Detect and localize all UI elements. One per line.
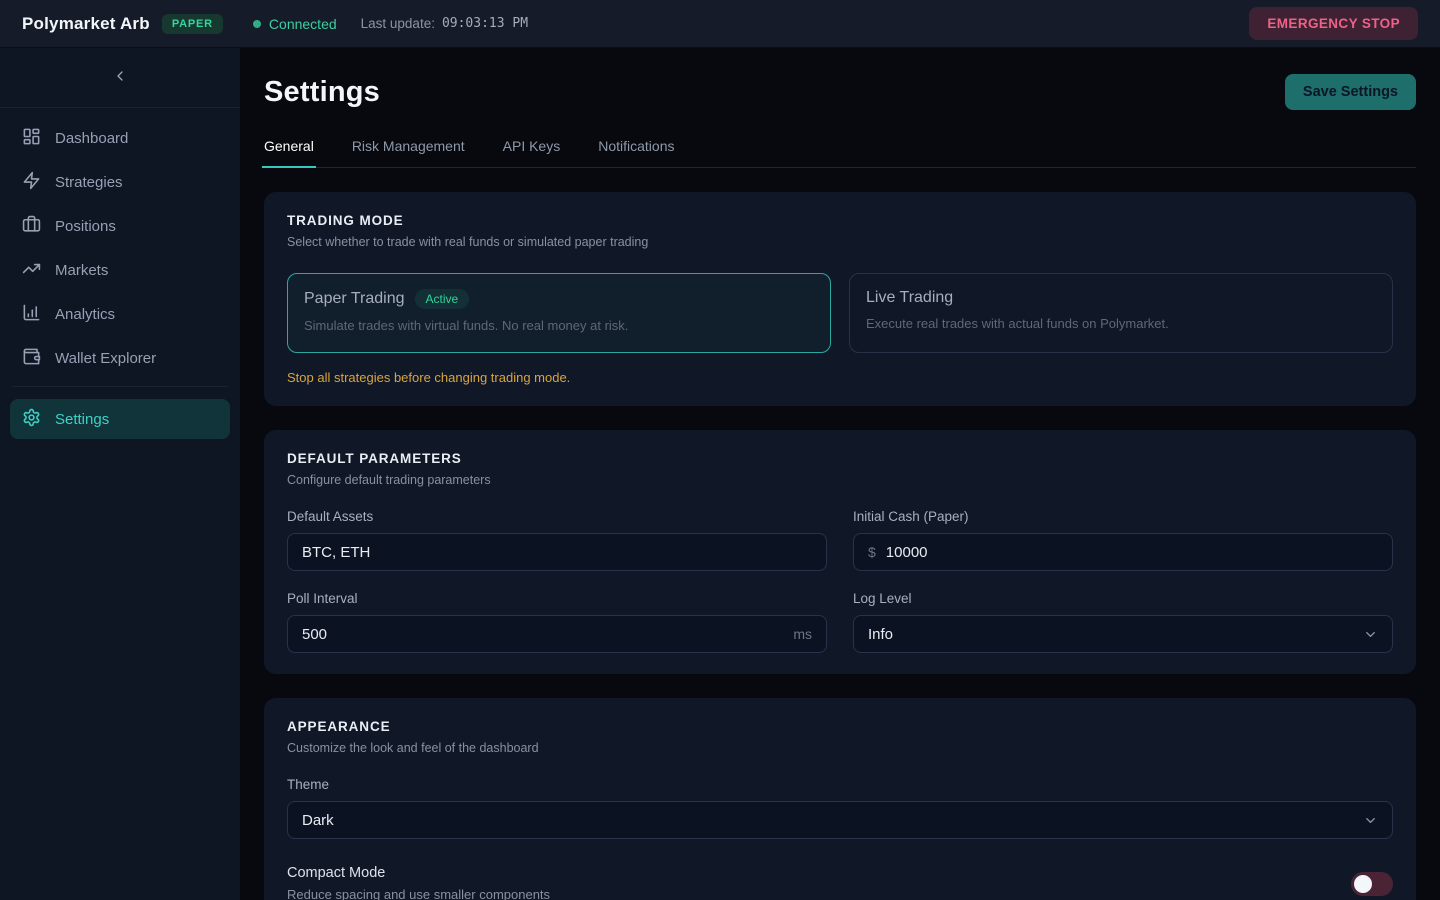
appearance-title: APPEARANCE — [287, 719, 1393, 734]
toggle-knob — [1354, 875, 1372, 893]
page-title: Settings — [264, 76, 380, 109]
paper-trading-description: Simulate trades with virtual funds. No r… — [304, 318, 814, 333]
trading-mode-warning: Stop all strategies before changing trad… — [287, 370, 1393, 385]
tab-general[interactable]: General — [264, 138, 314, 167]
paper-trading-label: Paper Trading — [304, 290, 405, 308]
trading-mode-subtitle: Select whether to trade with real funds … — [287, 235, 1393, 249]
theme-label: Theme — [287, 777, 1393, 792]
sidebar-item-label: Settings — [55, 411, 109, 428]
compact-mode-toggle[interactable] — [1351, 872, 1393, 896]
sidebar-item-strategies[interactable]: Strategies — [10, 162, 230, 202]
tab-notifications[interactable]: Notifications — [598, 138, 674, 167]
chevron-left-icon — [112, 68, 128, 87]
initial-cash-input[interactable] — [886, 544, 1378, 561]
default-parameters-card: DEFAULT PARAMETERS Configure default tra… — [264, 430, 1416, 674]
last-update-label: Last update: — [361, 16, 435, 31]
sidebar-header — [0, 48, 240, 108]
paper-mode-badge: PAPER — [162, 14, 223, 34]
save-settings-button[interactable]: Save Settings — [1285, 74, 1416, 110]
theme-field: Theme Dark — [287, 777, 1393, 839]
sidebar-item-label: Positions — [55, 218, 116, 235]
tab-api-keys[interactable]: API Keys — [503, 138, 561, 167]
poll-interval-label: Poll Interval — [287, 591, 827, 606]
appearance-card: APPEARANCE Customize the look and feel o… — [264, 698, 1416, 900]
currency-prefix: $ — [868, 544, 876, 560]
appearance-subtitle: Customize the look and feel of the dashb… — [287, 741, 1393, 755]
last-update: Last update: 09:03:13 PM — [361, 16, 528, 31]
live-trading-label: Live Trading — [866, 289, 953, 307]
chevron-down-icon — [1363, 627, 1378, 642]
initial-cash-label: Initial Cash (Paper) — [853, 509, 1393, 524]
chevron-down-icon — [1363, 813, 1378, 828]
default-assets-label: Default Assets — [287, 509, 827, 524]
sidebar-item-settings[interactable]: Settings — [10, 399, 230, 439]
dashboard-grid-icon — [22, 127, 41, 150]
compact-mode-description: Reduce spacing and use smaller component… — [287, 887, 550, 900]
default-parameters-title: DEFAULT PARAMETERS — [287, 451, 1393, 466]
sidebar-item-label: Wallet Explorer — [55, 350, 156, 367]
sidebar-item-markets[interactable]: Markets — [10, 250, 230, 290]
sidebar-item-wallet-explorer[interactable]: Wallet Explorer — [10, 338, 230, 378]
sidebar-item-dashboard[interactable]: Dashboard — [10, 118, 230, 158]
topbar: Polymarket Arb PAPER Connected Last upda… — [0, 0, 1440, 48]
sidebar-nav: Dashboard Strategies Positions Markets A… — [0, 108, 240, 443]
sidebar-item-label: Markets — [55, 262, 108, 279]
log-level-field: Log Level Info — [853, 591, 1393, 653]
sidebar-item-positions[interactable]: Positions — [10, 206, 230, 246]
paper-trading-option[interactable]: Paper Trading Active Simulate trades wit… — [287, 273, 831, 353]
default-parameters-subtitle: Configure default trading parameters — [287, 473, 1393, 487]
log-level-select[interactable]: Info — [853, 615, 1393, 653]
sidebar-item-label: Strategies — [55, 174, 123, 191]
ms-suffix: ms — [793, 626, 812, 642]
connection-status-label: Connected — [269, 16, 337, 32]
connection-status-dot — [253, 20, 261, 28]
trending-up-icon — [22, 259, 41, 282]
wallet-icon — [22, 347, 41, 370]
sidebar-item-analytics[interactable]: Analytics — [10, 294, 230, 334]
last-update-time: 09:03:13 PM — [442, 16, 528, 31]
compact-mode-label: Compact Mode — [287, 865, 550, 881]
compact-mode-row: Compact Mode Reduce spacing and use smal… — [287, 865, 1393, 900]
default-assets-field: Default Assets — [287, 509, 827, 571]
briefcase-icon — [22, 215, 41, 238]
initial-cash-field: Initial Cash (Paper) $ — [853, 509, 1393, 571]
app-title: Polymarket Arb — [22, 14, 150, 34]
sidebar-collapse-button[interactable] — [106, 62, 134, 93]
zap-icon — [22, 171, 41, 194]
gear-icon — [22, 408, 41, 431]
sidebar-divider — [12, 386, 228, 387]
live-trading-option[interactable]: Live Trading Execute real trades with ac… — [849, 273, 1393, 353]
emergency-stop-button[interactable]: EMERGENCY STOP — [1249, 7, 1418, 40]
trading-mode-title: TRADING MODE — [287, 213, 1393, 228]
trading-mode-card: TRADING MODE Select whether to trade wit… — [264, 192, 1416, 406]
tab-risk-management[interactable]: Risk Management — [352, 138, 465, 167]
log-level-value: Info — [868, 626, 893, 643]
poll-interval-field: Poll Interval ms — [287, 591, 827, 653]
live-trading-description: Execute real trades with actual funds on… — [866, 316, 1376, 331]
log-level-label: Log Level — [853, 591, 1393, 606]
theme-value: Dark — [302, 812, 334, 829]
main-content: Settings Save Settings General Risk Mana… — [240, 48, 1440, 900]
default-assets-input[interactable] — [302, 544, 812, 561]
sidebar-item-label: Dashboard — [55, 130, 128, 147]
settings-tabs: General Risk Management API Keys Notific… — [264, 138, 1416, 168]
theme-select[interactable]: Dark — [287, 801, 1393, 839]
active-badge: Active — [415, 289, 470, 309]
connection-status: Connected — [253, 16, 337, 32]
bar-chart-icon — [22, 303, 41, 326]
sidebar-item-label: Analytics — [55, 306, 115, 323]
poll-interval-input[interactable] — [302, 626, 783, 643]
sidebar: Dashboard Strategies Positions Markets A… — [0, 48, 240, 900]
